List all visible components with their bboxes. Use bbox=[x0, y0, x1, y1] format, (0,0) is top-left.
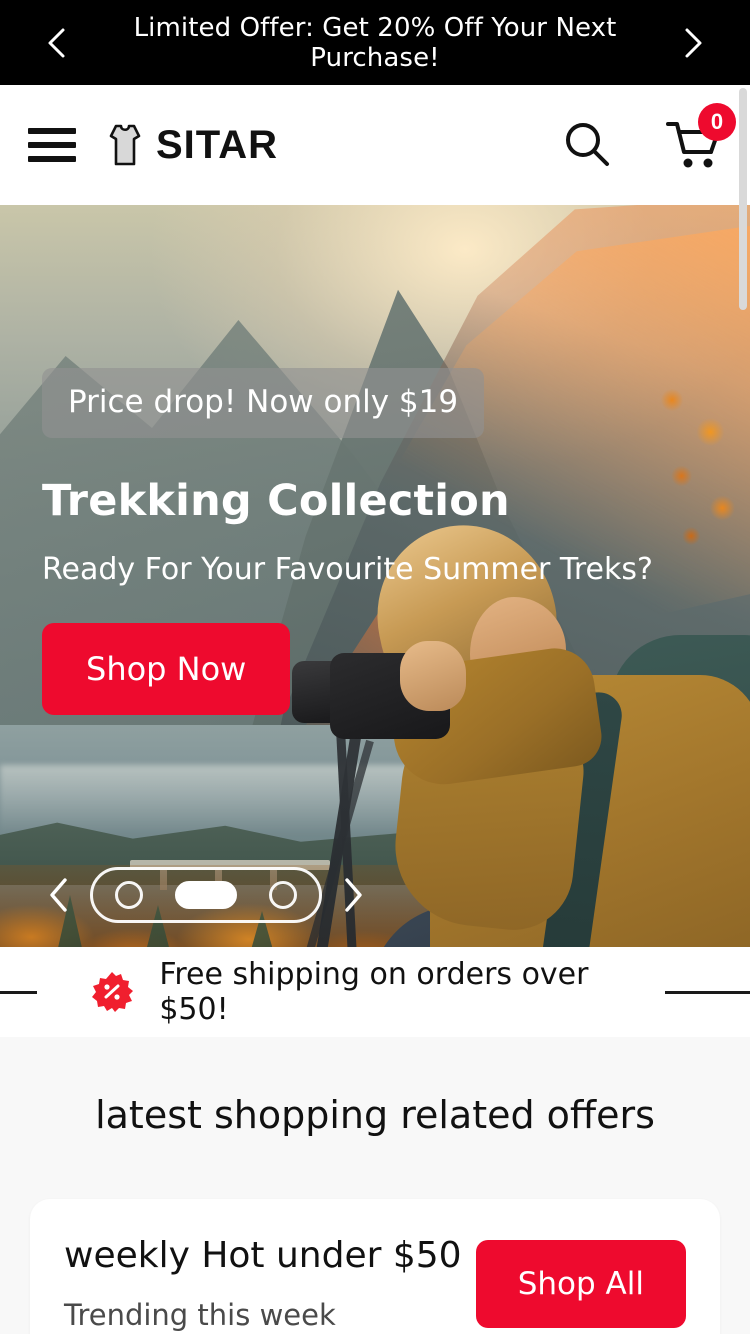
carousel-next-button[interactable] bbox=[336, 873, 370, 917]
chevron-right-icon bbox=[685, 28, 702, 57]
search-button[interactable] bbox=[560, 118, 614, 172]
hamburger-menu-icon bbox=[28, 156, 76, 162]
hero-carousel: Price drop! Now only $19 Trekking Collec… bbox=[0, 205, 750, 947]
brand-logo-link[interactable]: SITAR bbox=[108, 123, 278, 168]
offer-card-description: Trending this week bbox=[64, 1298, 336, 1332]
carousel-dot-active[interactable] bbox=[175, 881, 237, 909]
announcement-next-button[interactable] bbox=[676, 26, 710, 60]
hero-title: Trekking Collection bbox=[42, 476, 510, 526]
header-actions: 0 bbox=[560, 103, 736, 172]
hamburger-menu-icon bbox=[28, 128, 76, 134]
offers-section: latest shopping related offers weekly Ho… bbox=[0, 1037, 750, 1334]
divider-line-left bbox=[0, 990, 38, 994]
hamburger-menu-button[interactable] bbox=[28, 128, 76, 162]
chevron-left-icon bbox=[50, 878, 67, 912]
cart-button[interactable]: 0 bbox=[666, 103, 736, 171]
announcement-bar: Limited Offer: Get 20% Off Your Next Pur… bbox=[0, 0, 750, 85]
carousel-dot[interactable] bbox=[115, 881, 143, 909]
offer-card-text: weekly Hot under $50 Trending this week bbox=[64, 1235, 462, 1332]
chevron-right-icon bbox=[345, 878, 362, 912]
site-header: SITAR 0 bbox=[0, 85, 750, 205]
hero-shop-now-button[interactable]: Shop Now bbox=[42, 623, 291, 715]
mobile-storefront-page: Limited Offer: Get 20% Off Your Next Pur… bbox=[0, 0, 750, 1334]
announcement-text: Limited Offer: Get 20% Off Your Next Pur… bbox=[133, 12, 617, 73]
hero-price-badge: Price drop! Now only $19 bbox=[42, 368, 485, 438]
page-scrollbar[interactable] bbox=[739, 88, 747, 310]
offer-card-title: weekly Hot under $50 bbox=[64, 1235, 462, 1276]
carousel-dots bbox=[90, 867, 322, 923]
hero-subtitle: Ready For Your Favourite Summer Treks? bbox=[42, 552, 653, 587]
hamburger-menu-icon bbox=[28, 142, 76, 148]
free-shipping-text: Free shipping on orders over $50! bbox=[159, 957, 589, 1027]
offers-heading: latest shopping related offers bbox=[95, 1093, 655, 1137]
tank-top-logo-icon bbox=[109, 124, 141, 166]
divider-line-right bbox=[664, 990, 750, 994]
discount-percent-badge-icon bbox=[92, 972, 134, 1012]
chevron-left-icon bbox=[48, 28, 65, 57]
carousel-prev-button[interactable] bbox=[42, 873, 76, 917]
announcement-prev-button[interactable] bbox=[40, 26, 74, 60]
offer-card[interactable]: weekly Hot under $50 Trending this week … bbox=[30, 1199, 720, 1334]
hero-content: Price drop! Now only $19 Trekking Collec… bbox=[42, 368, 653, 715]
cart-count-badge: 0 bbox=[698, 103, 736, 141]
brand-name: SITAR bbox=[156, 122, 279, 167]
carousel-dot[interactable] bbox=[269, 881, 297, 909]
free-shipping-banner: Free shipping on orders over $50! bbox=[0, 947, 750, 1037]
search-icon bbox=[566, 123, 609, 166]
carousel-controls bbox=[42, 867, 370, 923]
offer-shop-all-button[interactable]: Shop All bbox=[475, 1239, 686, 1328]
